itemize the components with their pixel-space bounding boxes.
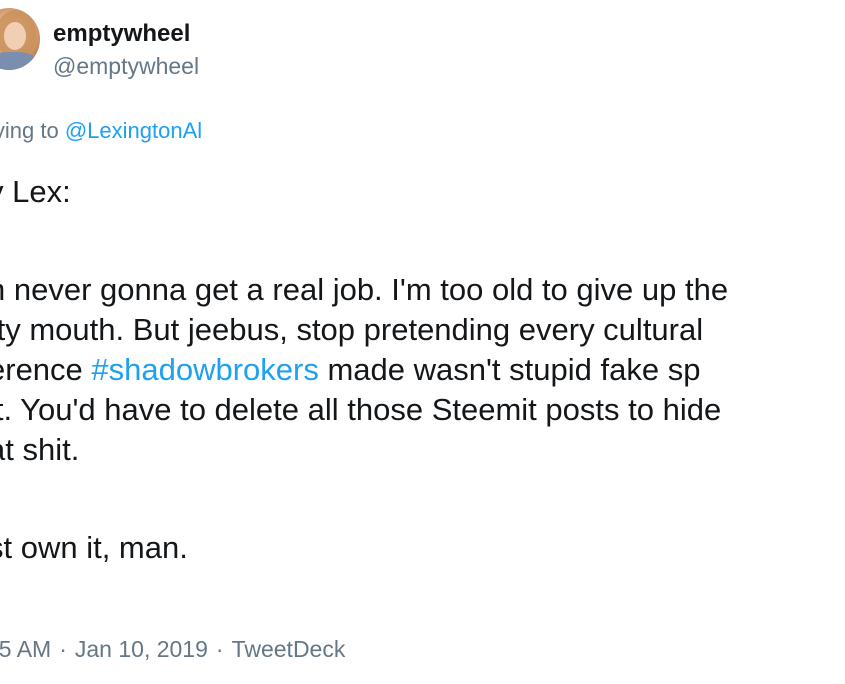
- tweet-meta: 55 AM · Jan 10, 2019 · TweetDeck: [0, 634, 345, 664]
- tweet-line-5-suffix: made wasn't stupid fake sp: [318, 352, 701, 387]
- tweet-time-link[interactable]: 55 AM: [0, 636, 51, 662]
- tweet-line-5: erence #shadowbrokers made wasn't stupid…: [0, 350, 728, 390]
- tweet-line-5-prefix: erence: [0, 352, 83, 387]
- tweet-line-1: y Lex:: [0, 174, 71, 209]
- tweet-source-link[interactable]: TweetDeck: [232, 636, 346, 662]
- tweet-line-4: tty mouth. But jeebus, stop pretending e…: [0, 312, 704, 347]
- reply-mention-link[interactable]: @LexingtonAl: [65, 118, 202, 143]
- user-handle[interactable]: @emptywheel: [53, 51, 199, 81]
- tweet-body: y Lex: n never gonna get a real job. I'm…: [0, 172, 728, 568]
- hashtag-link[interactable]: #shadowbrokers: [91, 352, 318, 387]
- replying-to-line: lying to @LexingtonAl: [0, 116, 202, 146]
- avatar[interactable]: [0, 8, 40, 70]
- meta-separator: ·: [215, 636, 224, 662]
- tweet-line-3: n never gonna get a real job. I'm too ol…: [0, 272, 729, 307]
- tweet-date-link[interactable]: Jan 10, 2019: [75, 636, 208, 662]
- avatar-body: [0, 52, 38, 70]
- display-name[interactable]: emptywheel: [53, 19, 199, 49]
- meta-separator: ·: [59, 636, 67, 662]
- user-block: emptywheel @emptywheel: [53, 19, 199, 81]
- avatar-face: [4, 22, 26, 50]
- tweet-line-7: at shit.: [0, 432, 80, 467]
- tweet-line-9: st own it, man.: [0, 530, 188, 565]
- tweet-card: emptywheel @emptywheel lying to @Lexingt…: [0, 0, 845, 684]
- tweet-line-6: it. You'd have to delete all those Steem…: [0, 392, 722, 427]
- replying-to-label: lying to: [0, 118, 59, 143]
